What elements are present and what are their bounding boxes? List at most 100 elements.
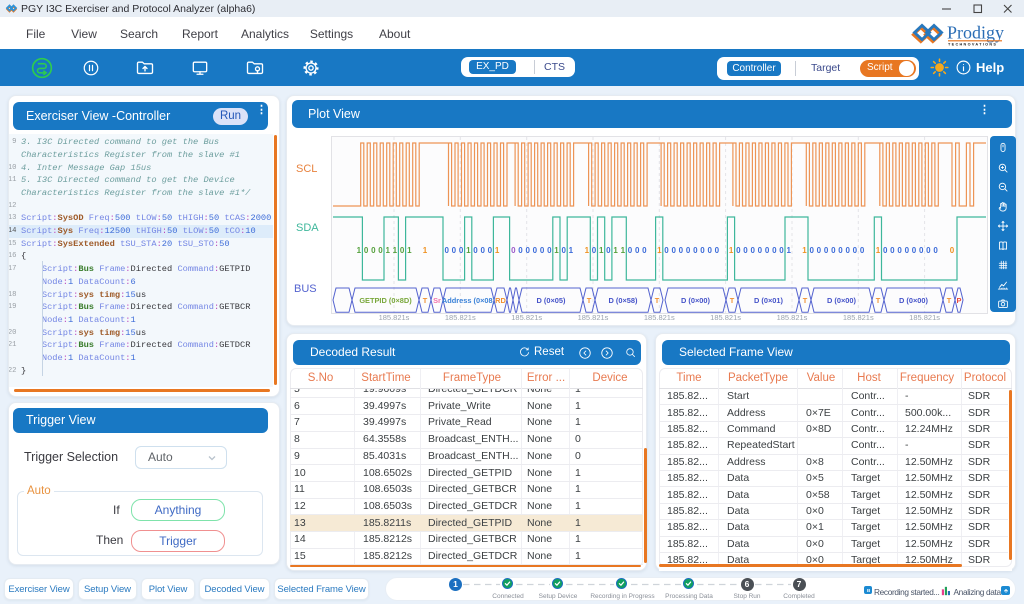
svg-text:0: 0 bbox=[779, 246, 784, 255]
svg-text:D (0×00): D (0×00) bbox=[681, 296, 710, 305]
svg-text:0: 0 bbox=[642, 246, 647, 255]
svg-text:0: 0 bbox=[511, 246, 516, 255]
svg-text:0: 0 bbox=[635, 246, 640, 255]
svg-text:185.821s: 185.821s bbox=[843, 313, 874, 322]
svg-text:0: 0 bbox=[845, 246, 850, 255]
svg-text:1: 1 bbox=[495, 246, 500, 255]
svg-text:1: 1 bbox=[569, 246, 574, 255]
svg-text:1: 1 bbox=[466, 246, 471, 255]
svg-text:T: T bbox=[730, 296, 735, 305]
svg-text:185.821s: 185.821s bbox=[710, 313, 741, 322]
svg-text:0: 0 bbox=[707, 246, 712, 255]
svg-text:D (0×05): D (0×05) bbox=[537, 296, 566, 305]
svg-text:0: 0 bbox=[715, 246, 720, 255]
svg-text:1: 1 bbox=[599, 246, 604, 255]
svg-text:0: 0 bbox=[664, 246, 669, 255]
svg-text:0: 0 bbox=[592, 246, 597, 255]
svg-text:0: 0 bbox=[919, 246, 924, 255]
svg-text:0: 0 bbox=[540, 246, 545, 255]
svg-text:0: 0 bbox=[364, 246, 369, 255]
svg-text:0: 0 bbox=[606, 246, 611, 255]
svg-text:185.821s: 185.821s bbox=[777, 313, 808, 322]
svg-text:0: 0 bbox=[480, 246, 485, 255]
svg-text:1: 1 bbox=[876, 246, 881, 255]
svg-text:0: 0 bbox=[853, 246, 858, 255]
svg-text:T: T bbox=[655, 296, 660, 305]
svg-text:0: 0 bbox=[547, 246, 552, 255]
svg-text:0: 0 bbox=[926, 246, 931, 255]
svg-text:1: 1 bbox=[585, 246, 590, 255]
svg-text:P: P bbox=[957, 296, 962, 305]
svg-text:0: 0 bbox=[452, 246, 457, 255]
svg-text:0: 0 bbox=[525, 246, 530, 255]
svg-text:D (0×00): D (0×00) bbox=[827, 296, 856, 305]
svg-text:0: 0 bbox=[824, 246, 829, 255]
svg-text:T: T bbox=[876, 296, 881, 305]
svg-text:185.821s: 185.821s bbox=[511, 313, 542, 322]
svg-text:0: 0 bbox=[628, 246, 633, 255]
svg-text:0: 0 bbox=[473, 246, 478, 255]
svg-text:TECHNOVATIONS: TECHNOVATIONS bbox=[948, 42, 997, 46]
svg-text:185.821s: 185.821s bbox=[644, 313, 675, 322]
svg-text:0: 0 bbox=[809, 246, 814, 255]
svg-text:T: T bbox=[947, 296, 952, 305]
svg-text:0: 0 bbox=[860, 246, 865, 255]
svg-text:0: 0 bbox=[533, 246, 538, 255]
svg-text:0: 0 bbox=[693, 246, 698, 255]
svg-text:1: 1 bbox=[423, 246, 428, 255]
svg-text:1: 1 bbox=[786, 246, 791, 255]
svg-text:1: 1 bbox=[802, 246, 807, 255]
svg-text:0: 0 bbox=[736, 246, 741, 255]
svg-text:0: 0 bbox=[831, 246, 836, 255]
svg-text:0: 0 bbox=[883, 246, 888, 255]
svg-text:0: 0 bbox=[378, 246, 383, 255]
svg-text:1: 1 bbox=[393, 246, 398, 255]
svg-text:Address (0×08): Address (0×08) bbox=[442, 296, 496, 305]
svg-text:0: 0 bbox=[750, 246, 755, 255]
svg-text:1: 1 bbox=[554, 246, 559, 255]
svg-text:0: 0 bbox=[905, 246, 910, 255]
svg-text:0: 0 bbox=[743, 246, 748, 255]
svg-text:T: T bbox=[803, 296, 808, 305]
svg-text:Prodigy: Prodigy bbox=[947, 23, 1004, 43]
svg-text:Sr: Sr bbox=[433, 296, 441, 305]
svg-text:0: 0 bbox=[950, 246, 955, 255]
svg-text:0: 0 bbox=[444, 246, 449, 255]
svg-text:185.821s: 185.821s bbox=[445, 313, 476, 322]
svg-text:1: 1 bbox=[385, 246, 390, 255]
svg-text:0: 0 bbox=[371, 246, 376, 255]
svg-text:185.821s: 185.821s bbox=[379, 313, 410, 322]
svg-text:0: 0 bbox=[758, 246, 763, 255]
svg-text:0: 0 bbox=[933, 246, 938, 255]
svg-text:1: 1 bbox=[613, 246, 618, 255]
svg-text:1: 1 bbox=[729, 246, 734, 255]
svg-text:0: 0 bbox=[838, 246, 843, 255]
svg-text:0: 0 bbox=[897, 246, 902, 255]
svg-text:0: 0 bbox=[817, 246, 822, 255]
svg-text:0: 0 bbox=[772, 246, 777, 255]
svg-text:RD: RD bbox=[495, 296, 506, 305]
svg-text:0: 0 bbox=[686, 246, 691, 255]
svg-text:0: 0 bbox=[459, 246, 464, 255]
svg-text:0: 0 bbox=[700, 246, 705, 255]
svg-text:0: 0 bbox=[890, 246, 895, 255]
svg-text:0: 0 bbox=[671, 246, 676, 255]
svg-text:0: 0 bbox=[488, 246, 493, 255]
svg-text:1: 1 bbox=[407, 246, 412, 255]
svg-text:0: 0 bbox=[561, 246, 566, 255]
svg-text:T: T bbox=[587, 296, 592, 305]
svg-text:0: 0 bbox=[400, 246, 405, 255]
svg-text:0: 0 bbox=[679, 246, 684, 255]
svg-text:D (0×01): D (0×01) bbox=[754, 296, 783, 305]
svg-text:D (0×00): D (0×00) bbox=[899, 296, 928, 305]
svg-text:0: 0 bbox=[765, 246, 770, 255]
svg-text:185.821s: 185.821s bbox=[909, 313, 940, 322]
svg-text:1: 1 bbox=[621, 246, 626, 255]
svg-text:1: 1 bbox=[657, 246, 662, 255]
svg-text:0: 0 bbox=[912, 246, 917, 255]
svg-text:D (0×58): D (0×58) bbox=[609, 296, 638, 305]
svg-text:0: 0 bbox=[518, 246, 523, 255]
svg-text:185.821s: 185.821s bbox=[578, 313, 609, 322]
svg-text:T: T bbox=[423, 296, 428, 305]
svg-text:1: 1 bbox=[357, 246, 362, 255]
